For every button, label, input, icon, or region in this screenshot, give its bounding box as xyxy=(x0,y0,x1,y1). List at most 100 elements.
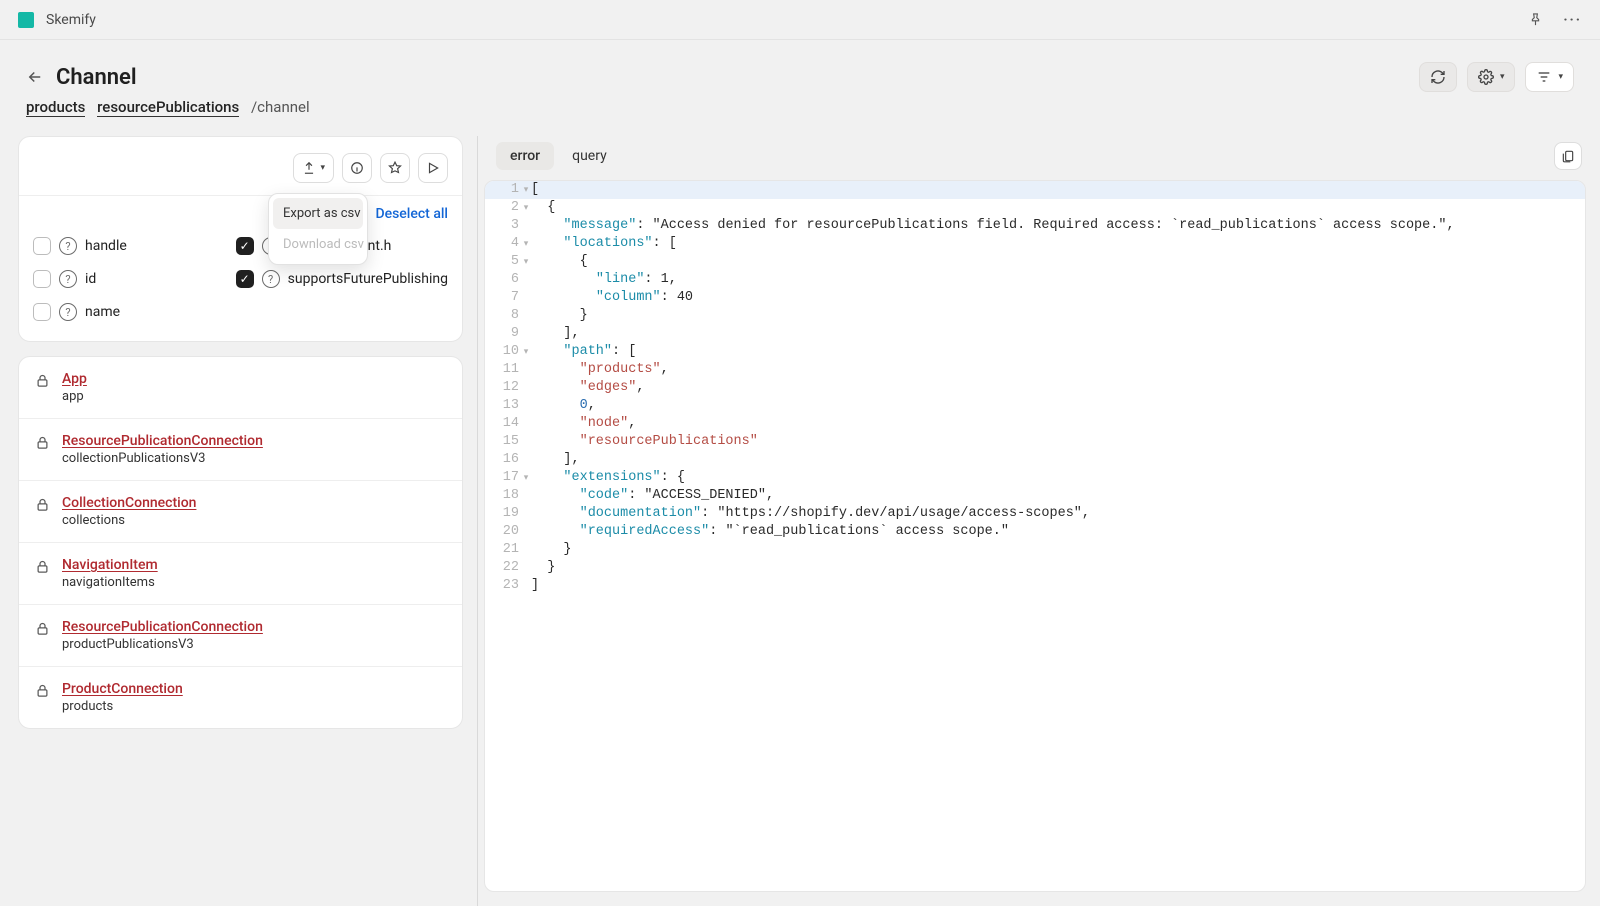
code-line: 3 "message": "Access denied for resource… xyxy=(485,217,1585,235)
line-number: 1 xyxy=(485,181,521,199)
fold-icon[interactable]: ▾ xyxy=(521,253,531,271)
field-checkbox[interactable] xyxy=(33,237,51,255)
link-title[interactable]: ResourcePublicationConnection xyxy=(62,619,263,635)
tab-error[interactable]: error xyxy=(496,142,554,170)
code-text: "extensions": { xyxy=(531,469,685,487)
fold-icon[interactable]: ▾ xyxy=(521,343,531,361)
code-text: 0, xyxy=(531,397,596,415)
app-icon xyxy=(18,12,34,28)
fold-icon xyxy=(521,361,531,379)
fold-icon[interactable]: ▾ xyxy=(521,199,531,217)
fold-icon xyxy=(521,379,531,397)
breadcrumb-item[interactable]: products xyxy=(26,98,85,117)
fold-icon[interactable]: ▾ xyxy=(521,181,531,199)
field-checkbox[interactable] xyxy=(236,237,254,255)
info-button[interactable] xyxy=(342,153,372,183)
link-subtitle: productPublicationsV3 xyxy=(62,637,263,652)
fold-icon xyxy=(521,451,531,469)
lock-icon xyxy=(35,683,50,698)
titlebar: Skemify ··· xyxy=(0,0,1600,40)
code-line: 16 ], xyxy=(485,451,1585,469)
link-row: ResourcePublicationConnection productPubl… xyxy=(19,605,462,667)
code-line: 13 0, xyxy=(485,397,1585,415)
help-icon[interactable]: ? xyxy=(59,237,77,255)
code-line: 1▾[ xyxy=(485,181,1585,199)
help-icon[interactable]: ? xyxy=(59,303,77,321)
chevron-down-icon: ▾ xyxy=(1558,72,1563,82)
line-number: 2 xyxy=(485,199,521,217)
link-row: CollectionConnection collections xyxy=(19,481,462,543)
code-line: 15 "resourcePublications" xyxy=(485,433,1585,451)
fold-icon[interactable]: ▾ xyxy=(521,469,531,487)
line-number: 9 xyxy=(485,325,521,343)
fold-icon xyxy=(521,397,531,415)
line-number: 14 xyxy=(485,415,521,433)
field-checkbox[interactable] xyxy=(33,303,51,321)
code-line: 21 } xyxy=(485,541,1585,559)
copy-button[interactable] xyxy=(1554,142,1582,170)
fold-icon xyxy=(521,559,531,577)
code-text: } xyxy=(531,541,572,559)
fold-icon xyxy=(521,271,531,289)
code-line: 14 "node", xyxy=(485,415,1585,433)
run-button[interactable] xyxy=(418,153,448,183)
code-text: "code": "ACCESS_DENIED", xyxy=(531,487,774,505)
help-icon[interactable]: ? xyxy=(262,270,280,288)
refresh-button[interactable] xyxy=(1419,62,1457,92)
field-checkbox[interactable] xyxy=(33,270,51,288)
breadcrumb: products resourcePublications /channel xyxy=(26,98,1574,116)
line-number: 8 xyxy=(485,307,521,325)
code-line: 9 ], xyxy=(485,325,1585,343)
link-title[interactable]: App xyxy=(62,371,87,387)
link-title[interactable]: ResourcePublicationConnection xyxy=(62,433,263,449)
line-number: 15 xyxy=(485,433,521,451)
star-button[interactable] xyxy=(380,153,410,183)
breadcrumb-item[interactable]: resourcePublications xyxy=(97,98,239,117)
link-subtitle: collections xyxy=(62,513,196,528)
dropdown-item-export-csv[interactable]: Export as csv xyxy=(273,198,363,229)
fold-icon xyxy=(521,217,531,235)
tab-query[interactable]: query xyxy=(558,142,621,170)
help-icon[interactable]: ? xyxy=(59,270,77,288)
chevron-down-icon: ▾ xyxy=(320,163,325,173)
export-button[interactable]: ▾ xyxy=(293,153,334,183)
field-item: ?name xyxy=(33,298,228,327)
link-subtitle: products xyxy=(62,699,183,714)
code-text: [ xyxy=(531,181,539,199)
field-item: ?id xyxy=(33,265,228,294)
code-text: "node", xyxy=(531,415,636,433)
export-dropdown: Export as csv Download csv xyxy=(268,193,368,265)
code-text: "message": "Access denied for resourcePu… xyxy=(531,217,1455,235)
fold-icon xyxy=(521,541,531,559)
line-number: 4 xyxy=(485,235,521,253)
code-panel[interactable]: 1▾[2▾ {3 "message": "Access denied for r… xyxy=(484,180,1586,892)
code-text: "resourcePublications" xyxy=(531,433,758,451)
fold-icon[interactable]: ▾ xyxy=(521,235,531,253)
code-line: 5▾ { xyxy=(485,253,1585,271)
chevron-down-icon: ▾ xyxy=(1500,72,1505,82)
fold-icon xyxy=(521,415,531,433)
back-icon[interactable] xyxy=(26,68,44,86)
line-number: 21 xyxy=(485,541,521,559)
line-number: 12 xyxy=(485,379,521,397)
code-line: 7 "column": 40 xyxy=(485,289,1585,307)
link-title[interactable]: NavigationItem xyxy=(62,557,158,573)
line-number: 5 xyxy=(485,253,521,271)
field-checkbox[interactable] xyxy=(236,270,254,288)
filter-button[interactable]: ▾ xyxy=(1525,62,1574,92)
code-text: "edges", xyxy=(531,379,644,397)
code-line: 18 "code": "ACCESS_DENIED", xyxy=(485,487,1585,505)
deselect-all-link[interactable]: Deselect all xyxy=(375,206,448,222)
fold-icon xyxy=(521,487,531,505)
settings-button[interactable]: ▾ xyxy=(1467,62,1516,92)
more-icon[interactable]: ··· xyxy=(1563,12,1582,28)
line-number: 7 xyxy=(485,289,521,307)
code-line: 20 "requiredAccess": "`read_publications… xyxy=(485,523,1585,541)
code-line: 4▾ "locations": [ xyxy=(485,235,1585,253)
pin-icon[interactable] xyxy=(1528,12,1543,27)
link-title[interactable]: CollectionConnection xyxy=(62,495,196,511)
line-number: 18 xyxy=(485,487,521,505)
link-title[interactable]: ProductConnection xyxy=(62,681,183,697)
fold-icon xyxy=(521,325,531,343)
code-text: ], xyxy=(531,325,580,343)
